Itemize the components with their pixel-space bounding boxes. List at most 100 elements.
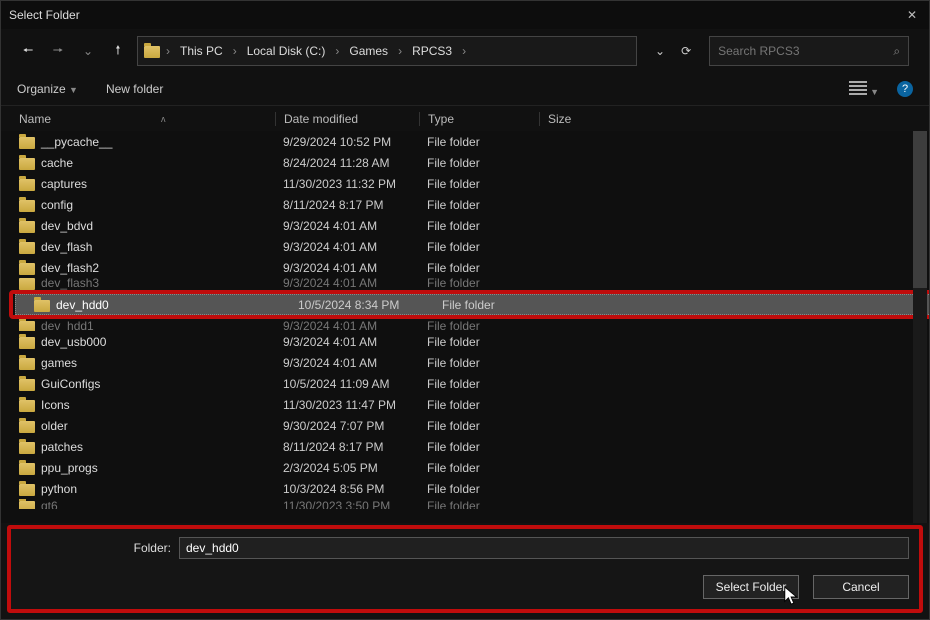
list-item[interactable]: dev_flash3 9/3/2024 4:01 AM File folder [1, 278, 929, 290]
folder-label: Folder: [21, 541, 171, 555]
item-type: File folder [419, 377, 539, 391]
folder-icon [19, 321, 35, 331]
folder-icon [19, 221, 35, 233]
folder-icon [19, 242, 35, 254]
folder-input[interactable] [179, 537, 909, 559]
item-name: dev_flash [41, 240, 92, 254]
item-type: File folder [419, 156, 539, 170]
item-name: python [41, 482, 77, 496]
column-date[interactable]: Date modified [275, 112, 419, 126]
column-headers: Nameʌ Date modified Type Size [1, 105, 929, 131]
list-item[interactable]: python10/3/2024 8:56 PMFile folder [1, 478, 929, 499]
item-type: File folder [419, 499, 539, 509]
column-size[interactable]: Size [539, 112, 619, 126]
folder-icon [19, 200, 35, 212]
item-name: patches [41, 440, 83, 454]
item-name: dev_hdd0 [56, 298, 109, 312]
up-icon[interactable]: 🠕 [107, 40, 129, 62]
item-date: 11/30/2023 3:50 PM [275, 499, 419, 509]
folder-icon [19, 501, 35, 509]
item-name: dev_flash3 [41, 278, 99, 290]
breadcrumb[interactable]: Games [345, 44, 392, 58]
list-item[interactable]: ppu_progs2/3/2024 5:05 PMFile folder [1, 457, 929, 478]
item-type: File folder [419, 482, 539, 496]
item-type: File folder [419, 198, 539, 212]
new-folder-button[interactable]: New folder [106, 82, 163, 96]
scrollbar-thumb[interactable] [913, 131, 927, 288]
item-type: File folder [419, 261, 539, 275]
folder-icon [19, 442, 35, 454]
list-item[interactable]: dev_usb0009/3/2024 4:01 AMFile folder [1, 331, 929, 352]
column-name[interactable]: Nameʌ [19, 112, 275, 126]
item-date: 8/11/2024 8:17 PM [275, 198, 419, 212]
forward-icon[interactable]: 🠖 [47, 40, 69, 62]
chevron-right-icon: › [164, 44, 172, 58]
item-type: File folder [419, 398, 539, 412]
list-item-selected[interactable]: dev_hdd0 10/5/2024 8:34 PM File folder [15, 294, 929, 315]
list-item[interactable]: captures11/30/2023 11:32 PMFile folder [1, 173, 929, 194]
list-item[interactable]: Icons11/30/2023 11:47 PMFile folder [1, 394, 929, 415]
refresh-icon[interactable]: ⟳ [681, 44, 691, 58]
item-name: Icons [41, 398, 70, 412]
chevron-down-icon: ▼ [69, 85, 78, 95]
footer-highlight: Folder: Select Folder Cancel [7, 525, 923, 613]
list-item[interactable]: dev_bdvd9/3/2024 4:01 AMFile folder [1, 215, 929, 236]
breadcrumb[interactable]: Local Disk (C:) [243, 44, 330, 58]
item-date: 8/24/2024 11:28 AM [275, 156, 419, 170]
list-item[interactable]: dev_flash29/3/2024 4:01 AMFile folder [1, 257, 929, 278]
list-item[interactable]: older9/30/2024 7:07 PMFile folder [1, 415, 929, 436]
item-name: qt6 [41, 499, 58, 509]
item-date: 9/30/2024 7:07 PM [275, 419, 419, 433]
list-item[interactable]: __pycache__9/29/2024 10:52 PMFile folder [1, 131, 929, 152]
list-item[interactable]: cache8/24/2024 11:28 AMFile folder [1, 152, 929, 173]
back-icon[interactable]: 🠔 [17, 40, 39, 62]
breadcrumb[interactable]: This PC [176, 44, 227, 58]
list-item[interactable]: qt6 11/30/2023 3:50 PM File folder [1, 499, 929, 509]
folder-icon [19, 463, 35, 475]
button-row: Select Folder Cancel [21, 575, 909, 599]
item-type: File folder [419, 419, 539, 433]
item-name: ppu_progs [41, 461, 98, 475]
history-dropdown-icon[interactable]: ⌄ [655, 44, 665, 58]
folder-icon [19, 278, 35, 290]
list-item[interactable]: dev_hdd1 9/3/2024 4:01 AM File folder [1, 319, 929, 331]
highlighted-item: dev_hdd0 10/5/2024 8:34 PM File folder [9, 290, 929, 319]
item-type: File folder [419, 219, 539, 233]
scrollbar[interactable] [913, 131, 927, 523]
select-folder-button[interactable]: Select Folder [703, 575, 799, 599]
window-title: Select Folder [9, 8, 80, 22]
list-item[interactable]: GuiConfigs10/5/2024 11:09 AMFile folder [1, 373, 929, 394]
breadcrumb[interactable]: RPCS3 [408, 44, 456, 58]
list-item[interactable]: patches8/11/2024 8:17 PMFile folder [1, 436, 929, 457]
folder-icon [34, 300, 50, 312]
folder-icon [19, 421, 35, 433]
address-bar[interactable]: › This PC › Local Disk (C:) › Games › RP… [137, 36, 637, 66]
sort-asc-icon: ʌ [161, 114, 166, 124]
column-type[interactable]: Type [419, 112, 539, 126]
view-button[interactable]: ▼ [849, 81, 879, 98]
list-view-icon [849, 81, 867, 95]
item-name: config [41, 198, 73, 212]
item-date: 9/3/2024 4:01 AM [275, 335, 419, 349]
help-icon[interactable]: ? [897, 81, 913, 97]
list-item[interactable]: dev_flash 9/3/2024 4:01 AMFile folder [1, 236, 929, 257]
search-input[interactable] [718, 44, 878, 58]
item-type: File folder [419, 319, 539, 331]
cancel-button[interactable]: Cancel [813, 575, 909, 599]
item-type: File folder [419, 440, 539, 454]
search-box[interactable]: ⌕ [709, 36, 909, 66]
list-item[interactable]: config 8/11/2024 8:17 PMFile folder [1, 194, 929, 215]
item-name: dev_usb000 [41, 335, 106, 349]
item-date: 10/5/2024 11:09 AM [275, 377, 419, 391]
list-item[interactable]: games9/3/2024 4:01 AMFile folder [1, 352, 929, 373]
item-type: File folder [419, 240, 539, 254]
close-icon[interactable]: ✕ [903, 8, 921, 22]
chevron-right-icon: › [396, 44, 404, 58]
item-name: __pycache__ [41, 135, 112, 149]
organize-button[interactable]: Organize ▼ [17, 82, 78, 96]
search-icon[interactable]: ⌕ [893, 44, 900, 59]
recent-dropdown-icon[interactable]: ⌄ [77, 40, 99, 62]
item-date: 9/3/2024 4:01 AM [275, 240, 419, 254]
file-listing: __pycache__9/29/2024 10:52 PMFile folder… [1, 131, 929, 523]
item-type: File folder [419, 461, 539, 475]
